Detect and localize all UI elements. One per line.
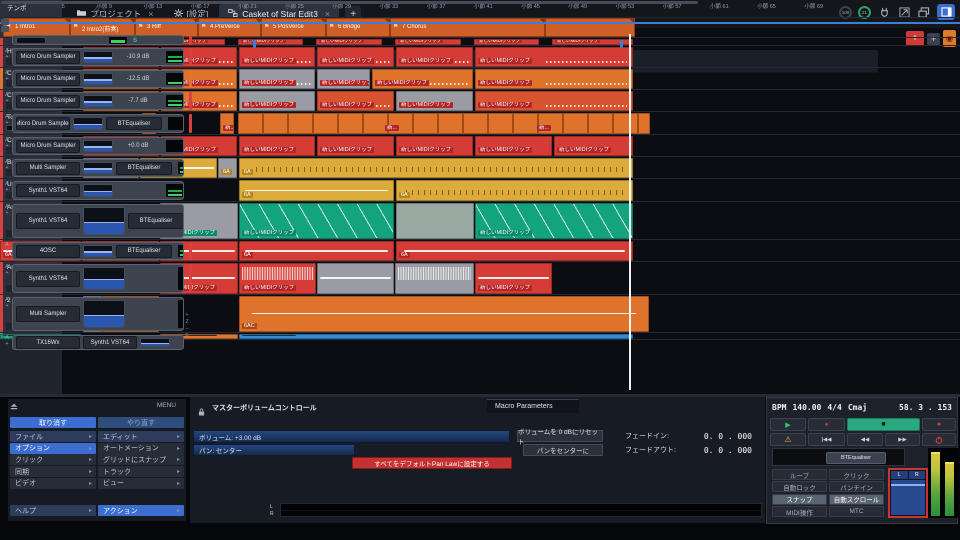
master-fader[interactable] <box>891 480 925 515</box>
meter-right-label: R <box>270 511 274 517</box>
warning-button[interactable]: ⚠ <box>770 433 806 446</box>
submenu-arrow-icon: ▸ <box>176 445 180 452</box>
dsp-knob-value: 21 <box>861 9 867 15</box>
cue-pin[interactable] <box>620 40 623 48</box>
fade-in-value: 0. 0 . 000 <box>703 431 752 441</box>
record-button[interactable]: ● <box>922 418 956 431</box>
meter-peak-right <box>945 462 954 464</box>
submenu-arrow-icon: ▸ <box>176 457 180 464</box>
toggle-MIDI操作[interactable]: MIDI操作 <box>772 506 827 518</box>
playhead <box>629 34 631 390</box>
toggle-クリック[interactable]: クリック <box>829 469 884 480</box>
submenu-arrow-icon: ▸ <box>88 469 92 476</box>
meter-peak-left <box>931 452 940 454</box>
record-icon: ● <box>824 421 829 428</box>
skip-start-icon: |◀◀ <box>821 436 832 443</box>
fade-out-label: フェードアウト: <box>625 447 676 454</box>
menu-item-3-right[interactable]: トラック ▸ <box>98 466 184 478</box>
time-signature[interactable]: 4/4 <box>827 403 841 415</box>
play-icon: ▶ <box>785 421 791 429</box>
panic-button[interactable] <box>922 433 956 446</box>
pan-slider[interactable]: パン: センター <box>193 444 355 456</box>
scrollbar-thumb[interactable] <box>1 1 698 4</box>
submenu-arrow-icon: ▸ <box>176 469 180 476</box>
fade-out-row[interactable]: フェードアウト: 0. 0 . 000 <box>625 444 758 456</box>
menu-item-1-right[interactable]: オートメーション ▸ <box>98 442 184 454</box>
rewind-button[interactable]: ◀◀ <box>847 433 883 446</box>
add-track-button[interactable]: + <box>906 31 924 46</box>
menu-label: MENU <box>156 402 176 409</box>
undo-button[interactable]: 取り消す <box>10 417 96 428</box>
action-menu-button[interactable]: アクション ▸ <box>98 505 184 516</box>
submenu-arrow-icon: ▸ <box>88 480 92 487</box>
loop-start-pin[interactable] <box>253 40 256 48</box>
tab-macro-parameters[interactable]: Macro Parameters <box>487 399 579 413</box>
toggle-自動スクロール[interactable]: 自動スクロール <box>829 493 884 505</box>
forward-icon: ▶▶ <box>898 436 907 443</box>
go-to-start-button[interactable]: |◀◀ <box>808 433 845 446</box>
master-level-meter <box>280 503 762 517</box>
submenu-arrow-icon: ▸ <box>176 480 180 487</box>
menu-item-0-right[interactable]: エディット ▸ <box>98 431 184 442</box>
meter-bar-left <box>931 454 940 516</box>
playhead-position[interactable]: 58. 3 . 153 <box>899 403 952 412</box>
menu-item-1-left[interactable]: オプション ▸ <box>10 442 96 454</box>
bpm-value[interactable]: 140.00 <box>792 403 821 415</box>
stop-button[interactable]: ■ <box>847 418 920 431</box>
pan-left-label: L <box>891 471 908 479</box>
daw-window: ウェルカムプロジェクト×[設定]Casket of Star Edit3×+ 1… <box>0 0 960 540</box>
bpm-label: BPM <box>772 403 787 412</box>
add-lane-button[interactable]: + <box>927 32 940 45</box>
master-volume-title: マスターボリュームコントロール <box>212 405 317 412</box>
lock-icon <box>198 403 205 421</box>
transport-readout[interactable]: BPM 140.00 4/4 Cmaj 58. 3 . 153 <box>772 403 952 415</box>
equaliser-button[interactable]: BTEqualiser <box>826 452 886 464</box>
submenu-arrow-icon: ▸ <box>88 508 92 514</box>
fade-in-row[interactable]: フェードイン: 0. 0 . 000 <box>625 430 758 442</box>
play-button[interactable]: ▶ <box>770 418 806 431</box>
pan-right-label: R <box>908 471 925 479</box>
eject-icon[interactable] <box>10 403 18 412</box>
pan-center-button[interactable]: パンをセンターに <box>523 444 603 456</box>
menu-item-0-left[interactable]: ファイル ▸ <box>10 431 96 442</box>
toggle-スナップ[interactable]: スナップ <box>772 493 827 505</box>
submenu-arrow-icon: ▸ <box>176 508 180 514</box>
output-level-meters <box>928 448 958 518</box>
menu-item-3-left[interactable]: 同期 ▸ <box>10 466 96 478</box>
key-signature[interactable]: Cmaj <box>848 403 867 415</box>
master-pan-fader[interactable]: L R <box>888 468 928 518</box>
toggle-パンチイン[interactable]: パンチイン <box>829 481 884 493</box>
toggle-MTC[interactable]: MTC <box>829 506 884 518</box>
redo-button[interactable]: やり直す <box>98 417 184 428</box>
toggle-ループ[interactable]: ループ <box>772 469 827 480</box>
record-arm-button[interactable]: ● <box>808 418 845 431</box>
menu-item-2-right[interactable]: グリッドにスナップ ▸ <box>98 454 184 466</box>
rewind-icon: ◀◀ <box>860 436 870 443</box>
menu-item-4-right[interactable]: ビュー ▸ <box>98 477 184 489</box>
menu-item-4-left[interactable]: ビデオ ▸ <box>10 477 96 489</box>
menu-item-2-left[interactable]: クリック ▸ <box>10 454 96 466</box>
reset-volume-button[interactable]: ボリュームを 0 dBにリセット <box>517 429 603 446</box>
warning-icon: ⚠ <box>784 435 792 444</box>
meter-left-label: L <box>270 504 273 510</box>
stop-icon: ■ <box>881 421 886 428</box>
forward-button[interactable]: ▶▶ <box>885 433 920 446</box>
set-default-pan-law-button[interactable]: すべてをデフォルトPan Lawに設定する <box>352 457 512 469</box>
help-menu-button[interactable]: ヘルプ ▸ <box>10 505 96 516</box>
submenu-arrow-icon: ▸ <box>88 445 92 452</box>
menu-header: MENU <box>10 402 184 413</box>
submenu-arrow-icon: ▸ <box>88 434 92 440</box>
fade-in-label: フェードイン: <box>625 433 669 440</box>
meter-bar-right <box>945 464 954 516</box>
power-icon <box>935 431 943 449</box>
toggle-自動ロック[interactable]: 自動ロック <box>772 481 827 493</box>
submenu-arrow-icon: ▸ <box>88 457 92 464</box>
fade-out-value: 0. 0 . 000 <box>703 445 752 455</box>
submenu-arrow-icon: ▸ <box>176 434 180 440</box>
record-icon: ● <box>936 421 942 428</box>
volume-slider[interactable]: ボリューム: +3.00 dB <box>193 430 510 443</box>
cpu-knob-value: 100 <box>841 9 850 15</box>
